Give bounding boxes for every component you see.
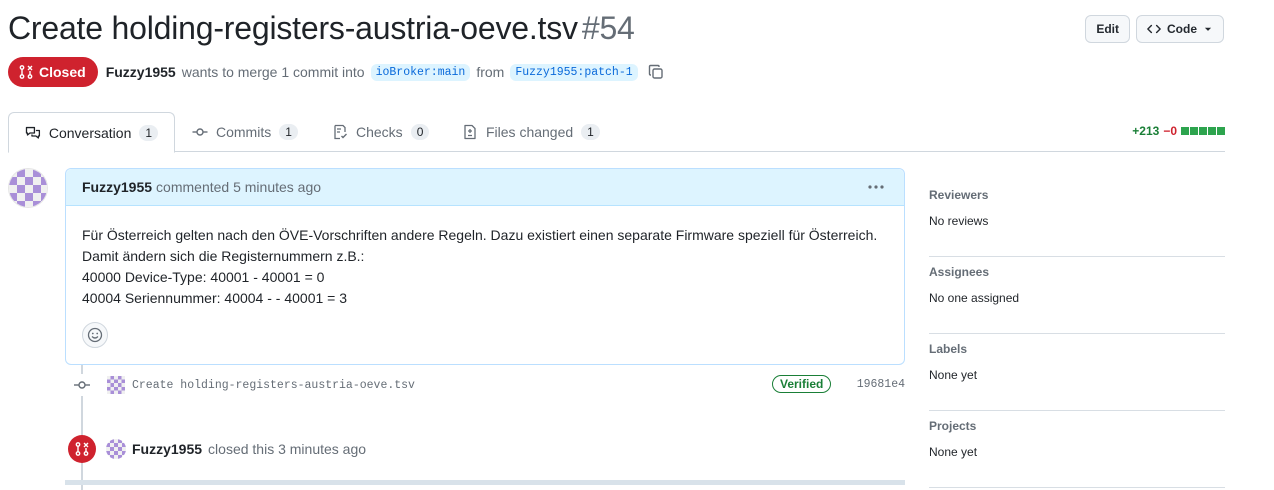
- commit-sha-link[interactable]: 19681e4: [857, 378, 905, 391]
- tab-commits-count: 1: [279, 124, 298, 140]
- sidebar-value: None yet: [929, 368, 978, 382]
- closed-event-avatar[interactable]: [106, 439, 126, 459]
- comment-line: Für Österreich gelten nach den ÖVE-Vorsc…: [82, 227, 878, 243]
- diffstat: +213 −0: [1132, 124, 1225, 138]
- file-diff-icon: [464, 124, 476, 140]
- author-avatar[interactable]: [8, 168, 48, 208]
- tab-files-changed-count: 1: [581, 124, 600, 140]
- base-branch[interactable]: ioBroker:main: [370, 63, 471, 81]
- sidebar-heading: Labels: [929, 342, 968, 356]
- kebab-horizontal-icon[interactable]: [866, 179, 886, 195]
- pr-tabs: Conversation 1 Commits 1 Checks 0 Files …: [8, 112, 1225, 153]
- smiley-icon: [87, 327, 103, 343]
- pr-author-link[interactable]: Fuzzy1955: [106, 64, 176, 80]
- closed-event-text: closed this 3 minutes ago: [208, 441, 367, 457]
- comment-header: Fuzzy1955 commented 5 minutes ago: [66, 169, 904, 206]
- from-text: from: [476, 64, 505, 80]
- tab-checks-count: 0: [410, 124, 430, 140]
- sidebar-reviewers: Reviewers No reviews: [929, 180, 1225, 257]
- diffstat-deletions: −0: [1163, 124, 1177, 138]
- closed-event-author-link[interactable]: Fuzzy1955: [132, 441, 202, 457]
- header-actions: Edit Code: [1085, 15, 1224, 43]
- timeline-divider: [65, 480, 905, 485]
- diffstat-blocks: [1181, 127, 1225, 135]
- tab-files-changed-label: Files changed: [486, 124, 574, 140]
- comment-line: 40000 Device-Type: 40001 - 40001 = 0: [82, 269, 325, 285]
- code-button[interactable]: Code: [1136, 15, 1224, 43]
- pr-meta: Closed Fuzzy1955 wants to merge 1 commit…: [8, 57, 664, 87]
- triangle-down-icon: [1204, 27, 1212, 31]
- commit-node: [70, 374, 94, 396]
- checklist-icon: [334, 124, 347, 140]
- comment-line: 40004 Seriennummer: 40004 - - 40001 = 3: [82, 290, 348, 306]
- edit-button[interactable]: Edit: [1085, 15, 1130, 43]
- git-pull-request-closed-icon: [75, 442, 89, 456]
- head-branch[interactable]: Fuzzy1955:patch-1: [510, 63, 638, 81]
- diffstat-additions: +213: [1132, 124, 1160, 138]
- merge-text: wants to merge 1 commit into: [181, 64, 365, 80]
- tab-conversation-label: Conversation: [48, 124, 132, 141]
- tab-checks-label: Checks: [356, 124, 403, 140]
- code-icon: [1147, 24, 1161, 34]
- sidebar-assignees: Assignees No one assigned: [929, 257, 1225, 334]
- sidebar-projects: Projects None yet: [929, 411, 1225, 488]
- closed-event-badge: [68, 435, 96, 463]
- copy-icon[interactable]: [648, 64, 664, 80]
- comment-box: Fuzzy1955 commented 5 minutes ago Für Ös…: [65, 168, 905, 365]
- pr-title-row: Create holding-registers-austria-oeve.ts…: [8, 10, 635, 47]
- comment-body: Für Österreich gelten nach den ÖVE-Vorsc…: [66, 206, 904, 309]
- state-label: Closed: [39, 64, 86, 80]
- add-reaction-button[interactable]: [82, 322, 108, 348]
- commit-event: Create holding-registers-austria-oeve.ts…: [70, 374, 905, 396]
- sidebar-heading: Projects: [929, 419, 977, 433]
- comment-discussion-icon: [25, 126, 41, 139]
- comment-author-link[interactable]: Fuzzy1955: [82, 179, 152, 195]
- tab-commits[interactable]: Commits 1: [176, 112, 314, 152]
- tab-conversation[interactable]: Conversation 1: [8, 112, 175, 153]
- commit-message-link[interactable]: Create holding-registers-austria-oeve.ts…: [132, 379, 415, 392]
- sidebar-heading: Assignees: [929, 265, 990, 279]
- comment-timestamp[interactable]: commented 5 minutes ago: [156, 179, 321, 195]
- sidebar: Reviewers No reviews Assignees No one as…: [929, 180, 1225, 488]
- state-badge: Closed: [8, 57, 98, 87]
- verified-badge[interactable]: Verified: [772, 375, 832, 393]
- git-commit-icon: [74, 381, 90, 389]
- git-pull-request-closed-icon: [19, 65, 33, 79]
- pr-number: #54: [581, 10, 635, 46]
- tab-commits-label: Commits: [216, 124, 272, 140]
- closed-event: Fuzzy1955 closed this 3 minutes ago: [68, 435, 366, 463]
- sidebar-value: None yet: [929, 445, 978, 459]
- tab-checks[interactable]: Checks 0: [316, 112, 445, 152]
- tab-files-changed[interactable]: Files changed 1: [446, 112, 616, 152]
- comment-line: Damit ändern sich die Registernummern z.…: [82, 248, 365, 264]
- tab-conversation-count: 1: [139, 124, 158, 141]
- pr-title: Create holding-registers-austria-oeve.ts…: [8, 10, 578, 46]
- sidebar-labels: Labels None yet: [929, 334, 1225, 411]
- git-commit-icon: [192, 128, 208, 136]
- identicon: [9, 169, 47, 207]
- commit-author-avatar[interactable]: [107, 376, 125, 394]
- sidebar-value: No reviews: [929, 214, 989, 228]
- sidebar-heading: Reviewers: [929, 188, 989, 202]
- code-button-label: Code: [1167, 22, 1197, 36]
- sidebar-value: No one assigned: [929, 291, 1020, 305]
